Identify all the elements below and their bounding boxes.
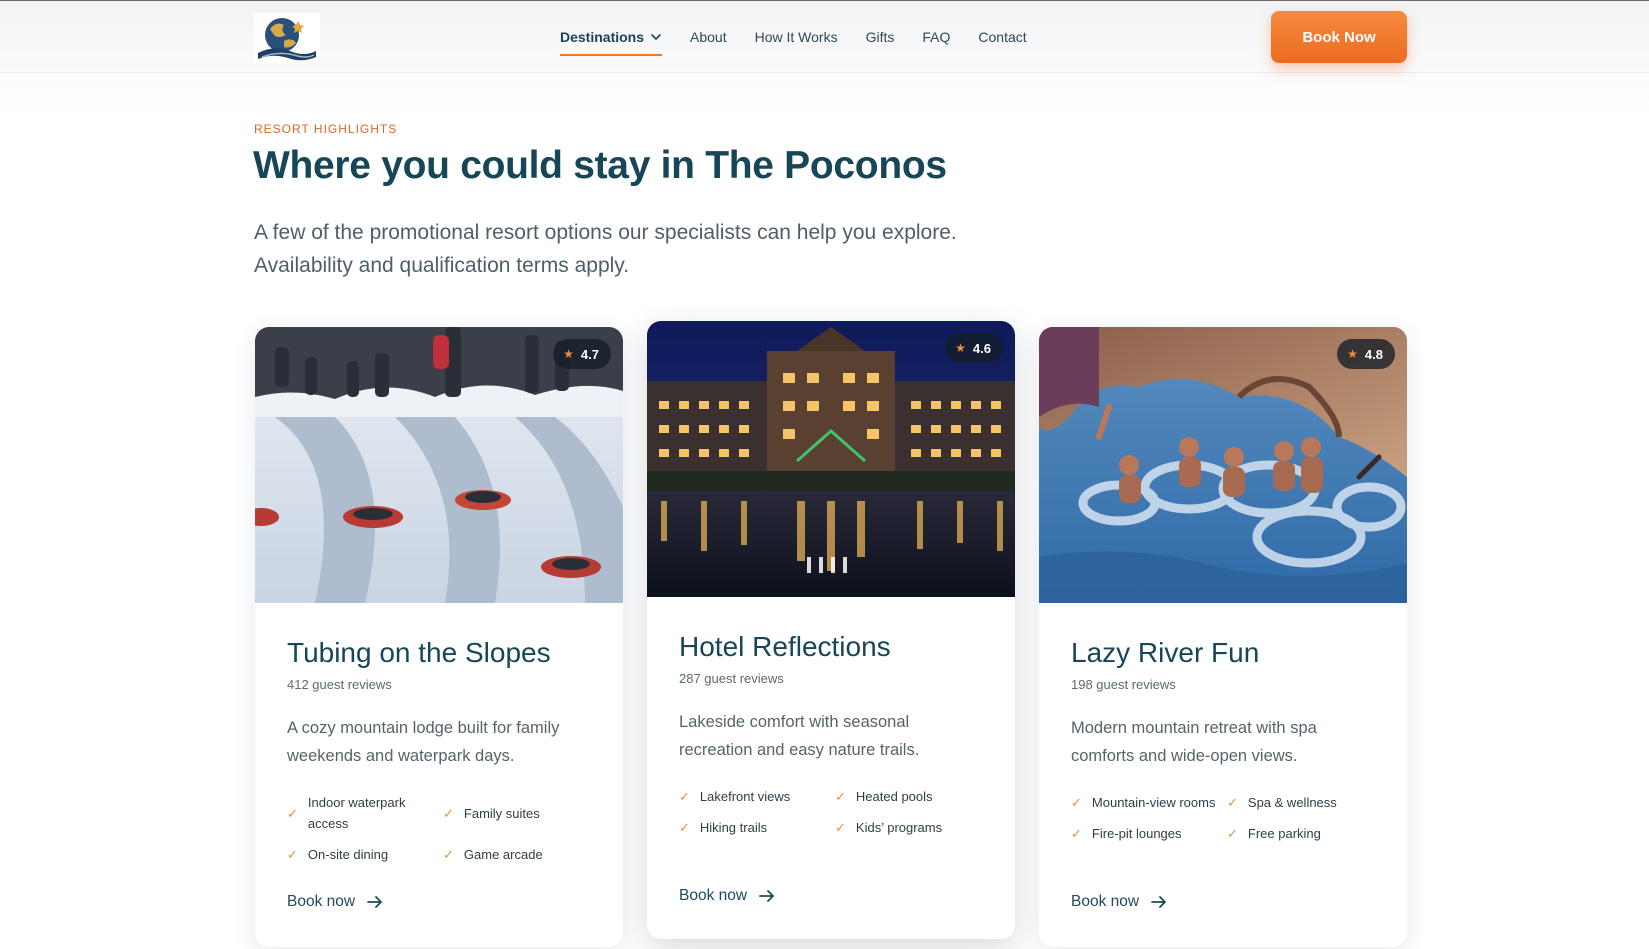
star-icon: ★: [955, 341, 966, 355]
nav-destinations-label: Destinations: [560, 29, 645, 45]
nav-faq-label: FAQ: [922, 29, 951, 45]
card-description: A cozy mountain lodge built for family w…: [287, 719, 560, 765]
book-now-link-label: Book now: [1071, 893, 1140, 910]
feature-label: Family suites: [463, 805, 540, 821]
nav-contact[interactable]: Contact: [978, 1, 1026, 73]
card-title: Hotel Reflections: [679, 631, 891, 662]
feature-item: ✓ Free parking: [1227, 823, 1377, 844]
check-icon: ✓: [443, 805, 454, 821]
card-body: Hotel Reflections 287 guest reviews Lake…: [679, 597, 991, 838]
feature-item: ✓ Heated pools: [835, 786, 985, 807]
feature-item: ✓ Hiking trails: [679, 817, 835, 838]
section-title: Where you could stay in The Poconos: [253, 144, 947, 187]
book-now-link-label: Book now: [287, 893, 356, 910]
feature-label: Mountain-view rooms: [1091, 795, 1216, 810]
resort-photo-hotel: ★ 4.6: [647, 321, 1015, 597]
check-icon: ✓: [679, 789, 690, 804]
star-icon: ★: [563, 347, 574, 361]
nav-destinations[interactable]: Destinations: [560, 1, 663, 73]
check-icon: ✓: [1227, 826, 1238, 841]
feature-item: ✓ Fire-pit lounges: [1071, 823, 1227, 844]
card-title: Lazy River Fun: [1071, 637, 1260, 668]
site-header: Destinations About How It Works Gifts FA…: [0, 1, 1649, 73]
arrow-right-icon: [367, 896, 382, 908]
feature-item: ✓ On-site dining: [287, 844, 443, 865]
feature-item: ✓ Lakefront views: [679, 786, 835, 807]
arrow-right-icon: [1151, 896, 1166, 908]
resort-card-hotel[interactable]: ★ 4.6 Hotel Reflections 287 guest review…: [647, 321, 1015, 939]
check-icon: ✓: [443, 847, 454, 862]
chevron-down-icon: [651, 34, 661, 41]
rating-badge: ★ 4.6: [945, 333, 1003, 363]
globe-logo-icon: [254, 13, 320, 63]
feature-list: ✓ Lakefront views ✓ Heated pools ✓ Hiking t…: [679, 786, 991, 838]
nav-gifts-label: Gifts: [865, 29, 895, 45]
check-icon: ✓: [1071, 826, 1082, 841]
feature-label: Indoor waterpark access: [307, 795, 406, 831]
check-icon: ✓: [679, 820, 690, 835]
nav-about-label: About: [690, 29, 727, 45]
review-count: 412 guest reviews: [287, 677, 392, 692]
rating-value: 4.7: [580, 346, 599, 362]
feature-label: Fire-pit lounges: [1091, 826, 1182, 841]
main-nav: Destinations About How It Works Gifts FA…: [560, 1, 1055, 73]
nav-gifts[interactable]: Gifts: [866, 1, 895, 73]
feature-item: ✓ Family suites: [443, 792, 593, 834]
feature-item: ✓ Game arcade: [443, 844, 593, 865]
check-icon: ✓: [287, 805, 298, 821]
book-now-link-label: Book now: [679, 887, 748, 904]
feature-item: ✓ Spa & wellness: [1227, 792, 1377, 813]
arrow-right-icon: [759, 890, 774, 902]
feature-label: Free parking: [1247, 826, 1321, 841]
card-body: Lazy River Fun 198 guest reviews Modern …: [1071, 603, 1383, 844]
nav-faq[interactable]: FAQ: [922, 1, 950, 73]
check-icon: ✓: [835, 820, 846, 835]
rating-value: 4.8: [1364, 346, 1383, 362]
feature-label: On-site dining: [307, 847, 389, 862]
check-icon: ✓: [835, 789, 846, 804]
book-now-button[interactable]: Book Now: [1271, 11, 1407, 63]
nav-about[interactable]: About: [690, 1, 727, 73]
rating-value: 4.6: [972, 340, 991, 356]
resort-card-tubing[interactable]: ★ 4.7 Tubing on the Slopes 412 guest rev…: [255, 327, 623, 947]
feature-item: ✓ Mountain-view rooms: [1071, 792, 1227, 813]
feature-label: Kids’ programs: [855, 820, 943, 835]
check-icon: ✓: [287, 847, 298, 862]
check-icon: ✓: [1227, 795, 1238, 810]
review-count: 198 guest reviews: [1071, 677, 1176, 692]
card-description: Modern mountain retreat with spa comfort…: [1071, 719, 1317, 765]
nav-how-it-works-label: How It Works: [754, 29, 838, 45]
resort-photo-lazy-river: ★ 4.8: [1039, 327, 1407, 603]
star-icon: ★: [1347, 347, 1358, 361]
logo[interactable]: [254, 13, 320, 63]
feature-label: Spa & wellness: [1247, 795, 1337, 810]
rating-badge: ★ 4.8: [1337, 339, 1395, 369]
resort-photo-tubing: ★ 4.7: [255, 327, 623, 603]
card-description: Lakeside comfort with seasonal recreatio…: [679, 713, 920, 759]
feature-list: ✓ Mountain-view rooms ✓ Spa & wellness ✓ Fi…: [1071, 792, 1383, 844]
section-subtitle: A few of the promotional resort options …: [254, 221, 957, 277]
feature-label: Game arcade: [463, 847, 543, 862]
nav-contact-label: Contact: [978, 29, 1027, 45]
book-now-link[interactable]: Book now: [1071, 893, 1167, 911]
review-count: 287 guest reviews: [679, 671, 784, 686]
feature-label: Lakefront views: [699, 789, 791, 804]
feature-label: Hiking trails: [699, 820, 768, 835]
card-body: Tubing on the Slopes 412 guest reviews A…: [287, 603, 599, 865]
book-now-link[interactable]: Book now: [679, 887, 775, 905]
book-now-link[interactable]: Book now: [287, 893, 383, 911]
feature-label: Heated pools: [855, 789, 933, 804]
feature-list: ✓ Indoor waterpark access ✓ Family suites …: [287, 792, 599, 865]
card-title: Tubing on the Slopes: [287, 637, 551, 668]
feature-item: ✓ Indoor waterpark access: [287, 792, 443, 834]
section-eyebrow: RESORT HIGHLIGHTS: [254, 122, 398, 136]
nav-how-it-works[interactable]: How It Works: [755, 1, 838, 73]
rating-badge: ★ 4.7: [553, 339, 611, 369]
resort-card-lazy-river[interactable]: ★ 4.8 Lazy River Fun 198 guest reviews M…: [1039, 327, 1407, 947]
check-icon: ✓: [1071, 795, 1082, 810]
feature-item: ✓ Kids’ programs: [835, 817, 985, 838]
